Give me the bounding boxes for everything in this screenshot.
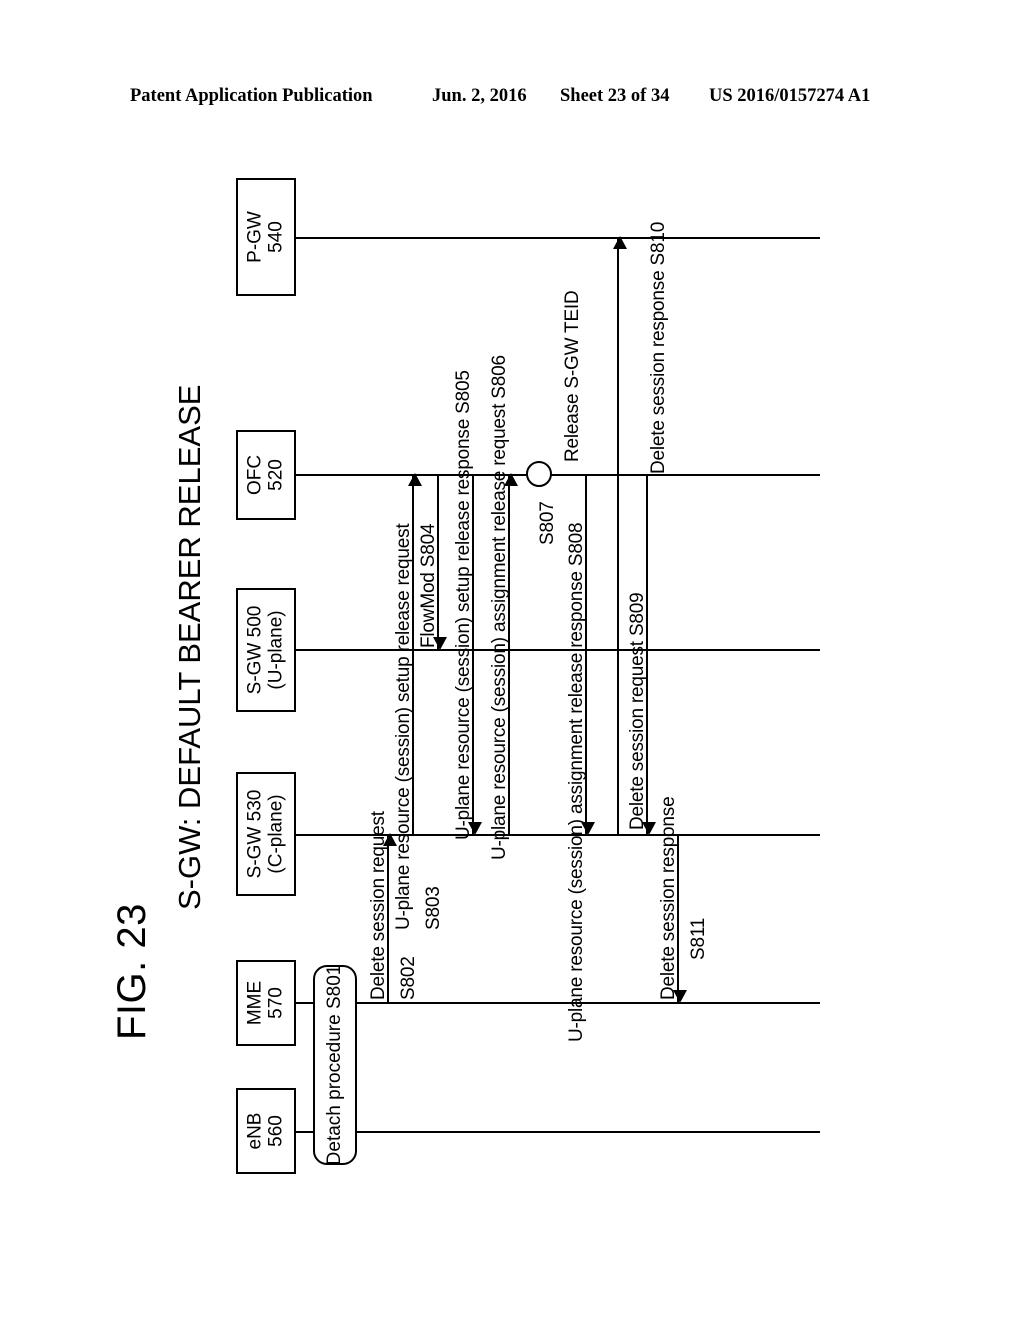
- node-box-sgw-uplane: S-GW 500 (U-plane): [236, 588, 296, 712]
- node-box-sgw-cplane: S-GW 530 (C-plane): [236, 772, 296, 896]
- message-label-s802: Delete session request: [368, 811, 389, 1000]
- message-arrow-s810: [613, 236, 627, 834]
- node-label-sgw-uplane: S-GW 500 (U-plane): [244, 605, 287, 695]
- figure-title: S-GW: DEFAULT BEARER RELEASE: [172, 384, 207, 910]
- arrowhead-s810: [613, 236, 627, 249]
- message-step-s802: S802: [398, 956, 419, 1000]
- detach-procedure-label: Detach procedure S801: [324, 964, 345, 1166]
- node-box-ofc: OFC 520: [236, 430, 296, 520]
- message-label-s810: Delete session response S810: [648, 221, 669, 474]
- marker-step-s807: S807: [537, 501, 558, 545]
- message-label-s806: U-plane resource (session) assignment re…: [489, 355, 510, 860]
- node-label-enb: eNB 560: [244, 1112, 287, 1150]
- message-label-s803: U-plane resource (session) setup release…: [393, 523, 414, 931]
- node-label-mme: MME 570: [244, 980, 287, 1026]
- sequence-diagram: FIG. 23 S-GW: DEFAULT BEARER RELEASE P-G…: [0, 0, 1024, 1320]
- lifeline-enb: [296, 1131, 820, 1133]
- message-label-s808: U-plane resource (session) assignment re…: [566, 522, 587, 1042]
- node-box-enb: eNB 560: [236, 1088, 296, 1174]
- marker-label-s807: Release S-GW TEID: [562, 290, 583, 462]
- message-label-s811: Delete session response: [658, 796, 679, 1000]
- lifeline-ofc: [296, 474, 820, 476]
- node-label-sgw-cplane: S-GW 530 (C-plane): [244, 789, 287, 879]
- message-step-s803: S803: [423, 886, 444, 930]
- release-teid-marker-icon: [526, 461, 552, 487]
- message-label-s809: Delete session request S809: [627, 592, 648, 830]
- detach-procedure-box: Detach procedure S801: [313, 965, 357, 1165]
- message-label-s805: U-plane resource (session) setup release…: [453, 370, 474, 840]
- message-step-s811: S811: [688, 917, 709, 960]
- lifeline-mme: [296, 1002, 820, 1004]
- arrowhead-s803: [408, 473, 422, 486]
- node-label-pgw: P-GW 540: [244, 211, 287, 263]
- lifeline-sgw-uplane: [296, 649, 820, 651]
- figure-label: FIG. 23: [110, 903, 154, 1040]
- node-box-mme: MME 570: [236, 960, 296, 1046]
- lifeline-pgw: [296, 237, 820, 239]
- message-label-s804: FlowMod S804: [418, 523, 439, 648]
- node-box-pgw: P-GW 540: [236, 178, 296, 296]
- node-label-ofc: OFC 520: [244, 454, 287, 496]
